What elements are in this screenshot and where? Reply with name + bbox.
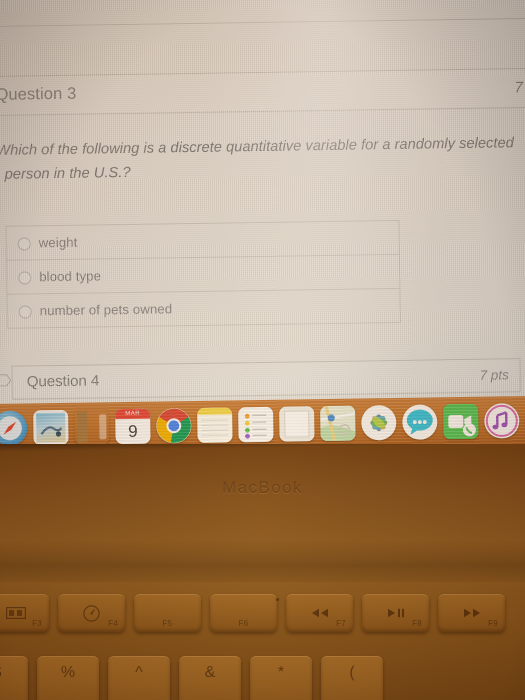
option-label: blood type [39,268,102,285]
photos-icon[interactable] [361,404,397,440]
hinge-shadow [0,540,525,582]
question4-title: Question 4 [26,372,100,391]
facetime-icon[interactable] [443,403,479,439]
question4-header[interactable]: Question 4 7 pts [11,358,521,400]
preview-icon[interactable] [33,409,69,445]
question3-options-list: weight blood type number of pets owned [5,219,401,329]
question3-title: Question 3 [0,84,77,104]
key-f4[interactable]: F4 [58,594,125,632]
key-5[interactable]: % 5 [37,656,99,700]
option-blood-type[interactable]: blood type [6,254,400,295]
key-9[interactable]: ( 9 [321,656,383,700]
pages-icon[interactable] [279,405,315,442]
bookmark-flag-icon[interactable] [0,374,12,387]
messages-icon[interactable] [402,403,438,440]
key-symbol: ^ [135,664,143,681]
chrome-icon[interactable] [156,407,192,444]
question4-points: 7 pts [479,367,509,383]
screen-bezel-bottom [0,444,525,452]
screen-pixel-moire [0,0,525,420]
key-label: F6 [238,619,249,628]
maps-icon[interactable] [320,405,356,441]
radio-button-icon[interactable] [17,236,31,251]
laptop-display: Question 3 7 p Which of the following is… [0,0,525,420]
key-6[interactable]: ^ 6 [108,656,170,700]
safari-icon[interactable] [0,409,28,446]
calendar-month-label: MAR [115,408,151,419]
screen-color-tint [0,0,525,420]
key-symbol: ( [349,664,355,681]
keyboard-indicator-dot [276,598,279,601]
contacts-icon[interactable] [74,409,110,445]
radio-button-icon[interactable] [18,304,32,319]
key-symbol: % [60,664,76,681]
key-f8[interactable]: F8 [362,594,429,632]
number-key-row[interactable]: $ 4 % 5 ^ 6 & 7 * 8 [0,656,525,700]
question3-points: 7 p [514,79,525,97]
key-label: F8 [412,619,422,628]
key-symbol: & [204,664,216,681]
screen-glare [195,0,460,420]
key-8[interactable]: * 8 [250,656,312,700]
option-label: number of pets owned [39,301,173,319]
key-label: F5 [162,619,173,628]
calendar-icon[interactable]: MAR 9 [115,408,151,444]
key-label: F4 [108,619,118,628]
key-f5[interactable]: F5 [134,594,201,632]
key-f3[interactable]: F3 [0,594,49,632]
calendar-day-label: 9 [128,421,138,441]
option-weight[interactable]: weight [6,220,399,261]
question3-body: Which of the following is a discrete qua… [0,132,525,187]
key-label: F9 [488,619,498,628]
notes-icon[interactable] [197,406,233,443]
divider-top [0,17,525,27]
key-symbol: * [277,664,285,681]
question3-header: Question 3 7 p [0,67,525,116]
laptop-body: MacBook F3 F4 F5 F6 F7 F8 F9 % ^ & * ( [0,444,525,700]
laptop-screen-photo: Question 3 7 p Which of the following is… [0,0,525,700]
key-4[interactable]: $ 4 [0,656,28,700]
key-symbol: $ [0,664,28,682]
option-label: weight [38,234,78,251]
key-f9[interactable]: F9 [438,594,505,632]
key-f6[interactable]: F6 [210,594,277,632]
radio-button-icon[interactable] [18,270,32,285]
function-key-row[interactable]: F3 F4 F5 F6 F7 F8 F9 [0,594,525,632]
option-number-of-pets-owned[interactable]: number of pets owned [7,288,400,329]
keyboard[interactable]: F3 F4 F5 F6 F7 F8 F9 % ^ & * ( [0,594,525,700]
key-f7[interactable]: F7 [286,594,353,632]
itunes-icon[interactable] [484,402,520,439]
key-7[interactable]: & 7 [179,656,241,700]
reminders-icon[interactable] [238,406,274,442]
key-label: F3 [32,619,42,628]
key-label: F7 [336,619,346,628]
macbook-brand-label: MacBook [222,478,303,497]
